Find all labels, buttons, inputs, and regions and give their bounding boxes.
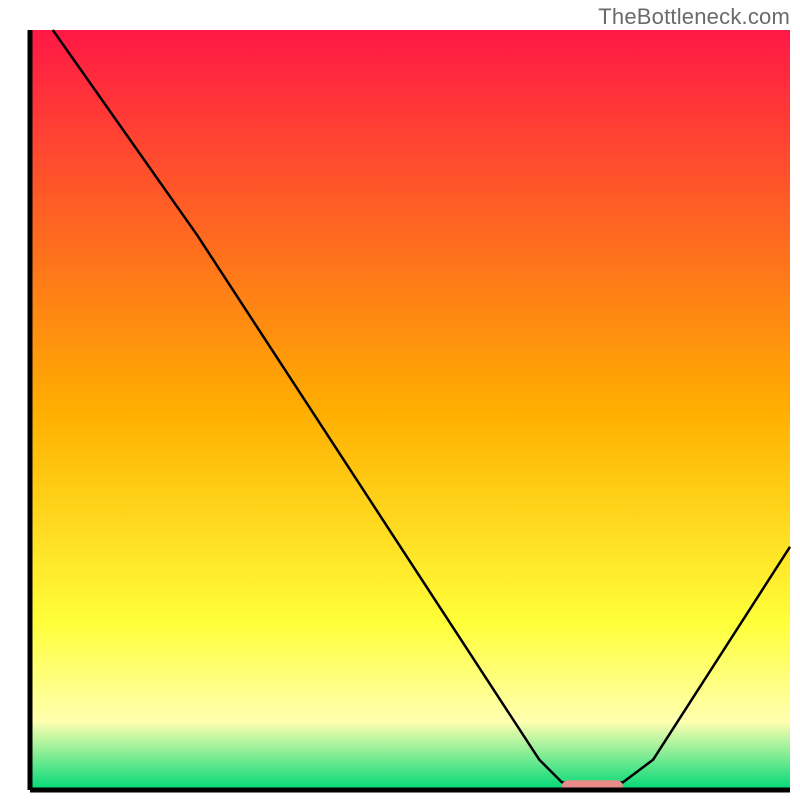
bottleneck-chart	[0, 0, 800, 800]
watermark-text: TheBottleneck.com	[598, 4, 790, 30]
chart-container: { "watermark": "TheBottleneck.com", "cha…	[0, 0, 800, 800]
heatmap-background	[30, 30, 790, 790]
